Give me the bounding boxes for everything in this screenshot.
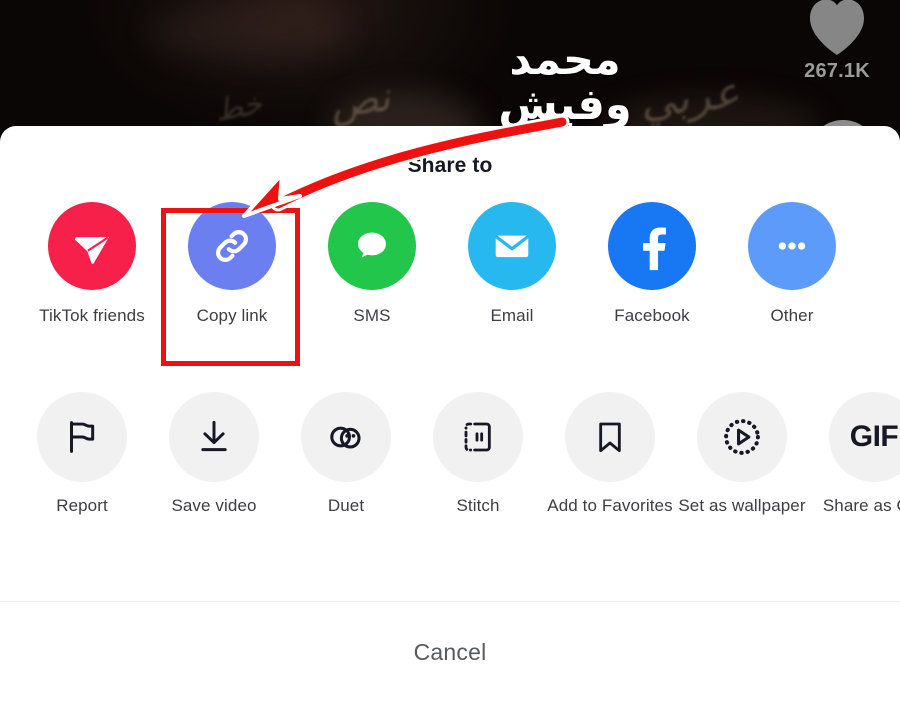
- like-button[interactable]: 267.1K: [796, 0, 878, 83]
- background-calligraphy: نص: [327, 74, 394, 128]
- action-set-as-wallpaper[interactable]: Set as wallpaper: [676, 392, 808, 519]
- share-target-email[interactable]: Email: [442, 202, 582, 329]
- share-target-tiktok-friends[interactable]: TikTok friends: [22, 202, 162, 329]
- bookmark-icon: [599, 422, 621, 453]
- share-target-label: Email: [490, 306, 534, 325]
- play-dotted-circle-icon: [724, 419, 760, 455]
- action-label: Share as GIF: [822, 496, 900, 515]
- share-target-label: SMS: [353, 306, 391, 325]
- share-target-label: Facebook: [614, 306, 690, 325]
- action-label: Report: [56, 496, 108, 515]
- channel-logo-text: محمد وفيش: [498, 35, 632, 131]
- background-calligraphy: خط: [212, 86, 265, 129]
- share-target-facebook[interactable]: Facebook: [582, 202, 722, 329]
- copy-link-highlight-box: [161, 208, 300, 366]
- gif-text-icon: GIF: [849, 420, 899, 453]
- action-save-video[interactable]: Save video: [148, 392, 280, 519]
- share-target-other[interactable]: Other: [722, 202, 862, 329]
- share-sheet: Share to TikTok friends Copy link SMS Em…: [0, 126, 900, 703]
- action-report[interactable]: Report: [16, 392, 148, 519]
- ellipsis-icon: [778, 242, 806, 250]
- share-target-label: TikTok friends: [39, 306, 145, 325]
- action-share-as-gif[interactable]: GIF Share as GIF: [808, 392, 900, 519]
- stitch-frame-icon: [464, 422, 491, 452]
- send-plane-icon: [74, 236, 109, 264]
- download-icon: [201, 420, 227, 452]
- like-count: 267.1K: [804, 60, 870, 82]
- speech-bubble-icon: [358, 232, 386, 258]
- flag-icon: [70, 421, 95, 453]
- cancel-button[interactable]: Cancel: [0, 602, 900, 703]
- action-label: Set as wallpaper: [678, 496, 806, 515]
- duet-circles-icon: [330, 426, 361, 449]
- video-highlight-blob: [150, 2, 350, 62]
- action-stitch[interactable]: Stitch: [412, 392, 544, 519]
- action-label: Save video: [171, 496, 257, 515]
- share-targets-row: TikTok friends Copy link SMS Email Faceb…: [0, 202, 900, 329]
- action-label: Stitch: [456, 496, 500, 515]
- share-target-sms[interactable]: SMS: [302, 202, 442, 329]
- action-label: Duet: [327, 496, 365, 515]
- channel-logo: محمد وفيش: [440, 35, 690, 139]
- envelope-icon: [495, 235, 529, 258]
- action-add-to-favorites[interactable]: Add to Favorites: [544, 392, 676, 519]
- share-target-label: Other: [770, 306, 814, 325]
- facebook-f-icon: [643, 227, 666, 271]
- action-duet[interactable]: Duet: [280, 392, 412, 519]
- page-title: Share to: [407, 154, 493, 177]
- action-label: Add to Favorites: [547, 496, 673, 515]
- actions-row: Report Save video Duet Stitch Add to Fav…: [0, 392, 900, 519]
- heart-icon: [810, 0, 864, 55]
- tiktok-share-screen: خط نص عربي محمد وفيش 267.1K Share to Tik…: [0, 0, 900, 703]
